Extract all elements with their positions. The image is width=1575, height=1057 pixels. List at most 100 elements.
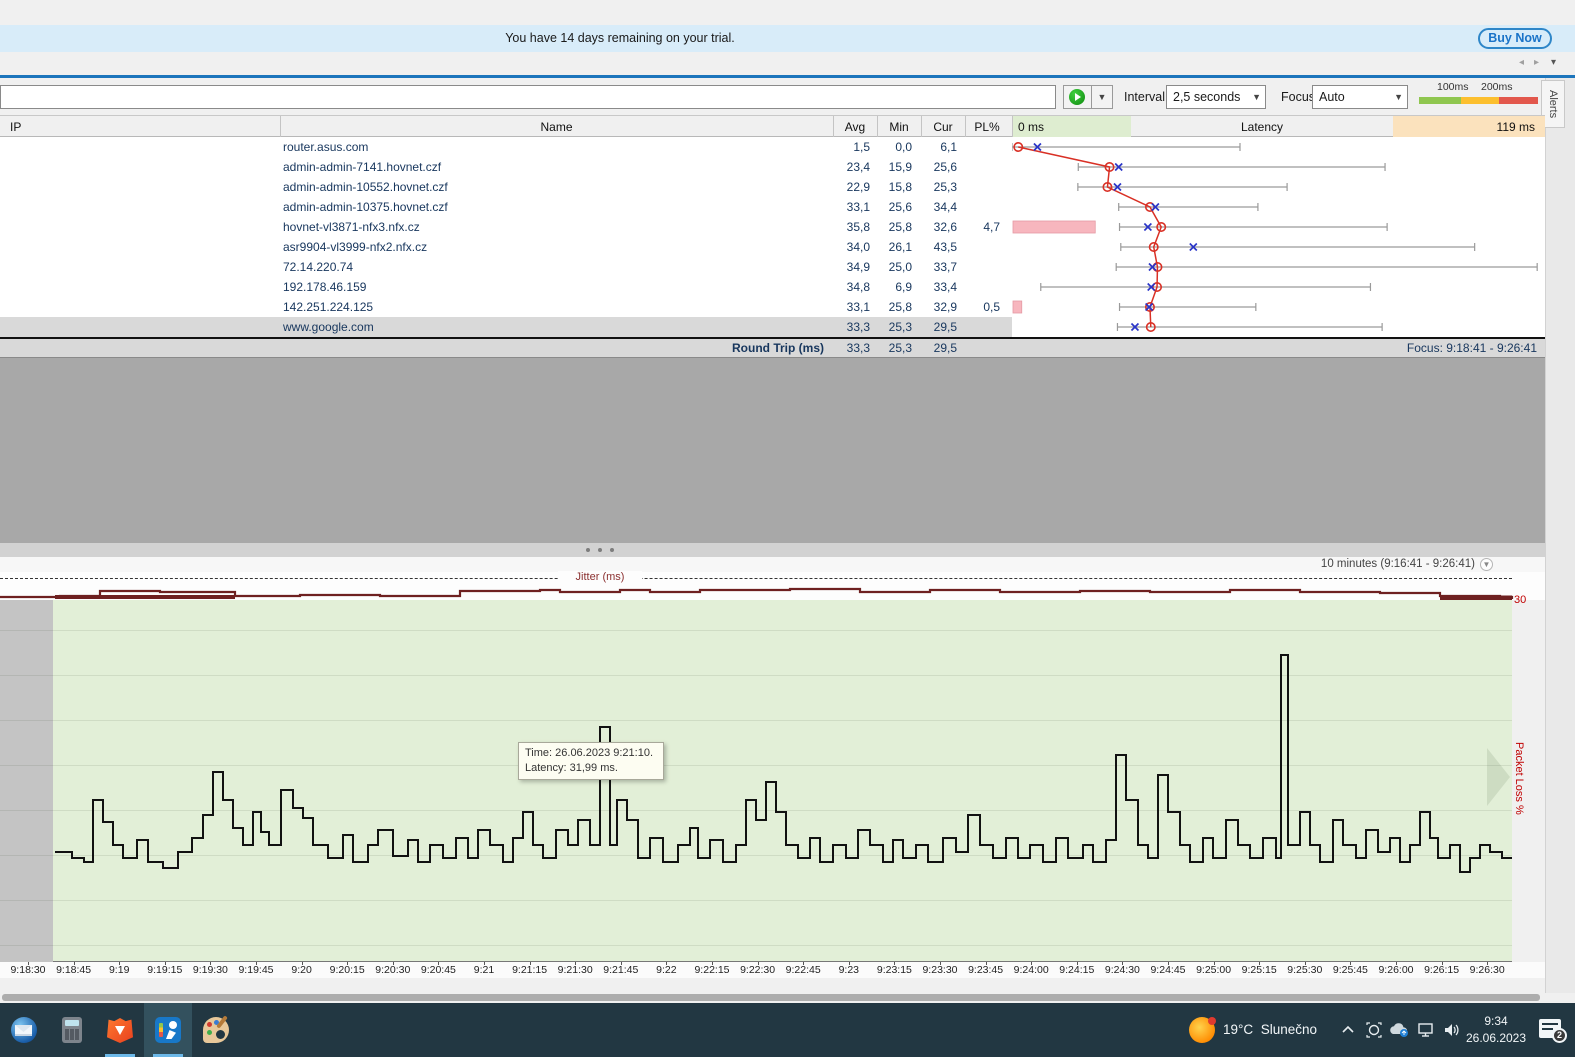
- chart-tooltip: Time: 26.06.2023 9:21:10. Latency: 31,99…: [518, 742, 664, 780]
- notification-badge: 2: [1552, 1028, 1567, 1043]
- focus-range-label: Focus: 9:18:41 - 9:26:41: [1300, 339, 1537, 357]
- chevron-down-icon: ▼: [1394, 86, 1403, 108]
- panel-splitter[interactable]: [0, 543, 1545, 557]
- hop-pl: [914, 277, 1000, 297]
- table-row[interactable]: www.google.com33,325,329,5: [0, 317, 1012, 337]
- clock-date: 26.06.2023: [1463, 1030, 1529, 1047]
- scale-min-label: 0 ms: [1018, 116, 1044, 138]
- trial-banner: You have 14 days remaining on your trial…: [0, 25, 1575, 52]
- empty-panel: [0, 358, 1545, 543]
- onedrive-tray-icon[interactable]: [1389, 1022, 1411, 1038]
- sun-icon: [1189, 1017, 1215, 1043]
- chevron-down-icon[interactable]: ▼: [1480, 558, 1493, 571]
- start-trace-button[interactable]: [1063, 85, 1092, 109]
- col-avg[interactable]: Avg: [833, 116, 877, 138]
- legend-200ms-label: 200ms: [1481, 81, 1513, 93]
- table-row[interactable]: 142.251.224.12533,125,832,90,5: [0, 297, 1012, 317]
- hop-pl: [914, 237, 1000, 257]
- hop-pl: [914, 157, 1000, 177]
- interval-label: Interval: [1124, 85, 1165, 109]
- scrollbar-thumb[interactable]: [2, 994, 1540, 1001]
- tooltip-latency: Latency: 31,99 ms.: [525, 761, 657, 776]
- round-trip-cur: 29,5: [869, 339, 957, 357]
- legend-100ms-label: 100ms: [1437, 81, 1469, 93]
- table-row[interactable]: 192.178.46.15934,86,933,4: [0, 277, 1012, 297]
- windows-taskbar: 19°C Slunečno 9:34 26.06.2023 2: [0, 1003, 1575, 1057]
- jitter-graph: [0, 572, 1545, 600]
- table-row[interactable]: admin-admin-10375.hovnet.czf33,125,634,4: [0, 197, 1012, 217]
- hop-latency-graph[interactable]: [1012, 137, 1540, 337]
- tooltip-time: Time: 26.06.2023 9:21:10.: [525, 746, 657, 761]
- hop-pl: 4,7: [914, 217, 1000, 237]
- brave-icon: [107, 1017, 133, 1043]
- hop-name: asr9904-vl3999-nfx2.nfx.cz: [283, 237, 823, 257]
- col-ip[interactable]: IP: [10, 116, 21, 138]
- col-cur[interactable]: Cur: [921, 116, 965, 138]
- hop-name: admin-admin-10375.hovnet.czf: [283, 197, 823, 217]
- system-tray: 19°C Slunečno 9:34 26.06.2023 2: [1175, 1003, 1575, 1057]
- nav-strip: ◂ ▸ ▾: [0, 52, 1575, 75]
- taskbar-paint-button[interactable]: [192, 1003, 240, 1057]
- taskbar-brave-button[interactable]: [96, 1003, 144, 1057]
- time-axis: 9:18:309:18:459:199:19:159:19:309:19:459…: [0, 962, 1545, 978]
- tray-chevron-up-icon[interactable]: [1340, 1022, 1356, 1038]
- timeline-range-strip: 10 minutes (9:16:41 - 9:26:41) ▼: [0, 557, 1545, 572]
- table-row[interactable]: asr9904-vl3999-nfx2.nfx.cz34,026,143,5: [0, 237, 1012, 257]
- target-address-combobox[interactable]: [0, 85, 1056, 109]
- right-rail: [1545, 78, 1575, 993]
- scale-max-label: 119 ms: [1393, 116, 1535, 138]
- trace-grid-header: IP Name Avg Min Cur PL% 0 ms Latency 119…: [0, 115, 1545, 137]
- timeline-range-selector[interactable]: 10 minutes (9:16:41 - 9:26:41): [1321, 557, 1475, 572]
- hop-name: www.google.com: [283, 317, 823, 337]
- hop-name: admin-admin-10552.hovnet.czf: [283, 177, 823, 197]
- calculator-icon: [62, 1017, 82, 1043]
- clock-time: 9:34: [1463, 1013, 1529, 1030]
- col-latency[interactable]: Latency: [1131, 116, 1393, 138]
- table-row[interactable]: admin-admin-7141.hovnet.czf23,415,925,6: [0, 157, 1012, 177]
- nav-forward-icon[interactable]: ▸: [1534, 57, 1539, 68]
- hop-pl: [914, 257, 1000, 277]
- round-trip-row: Round Trip (ms) 33,3 25,3 29,5 Focus: 9:…: [0, 337, 1545, 358]
- nav-back-icon[interactable]: ◂: [1519, 57, 1524, 68]
- play-icon: [1069, 89, 1085, 105]
- packet-loss-axis-label: Packet Loss %: [1513, 742, 1525, 815]
- horizontal-scrollbar[interactable]: [0, 993, 1545, 1003]
- jitter-axis-label: Jitter (ms): [558, 571, 642, 583]
- hop-pl: [914, 197, 1000, 217]
- col-name[interactable]: Name: [280, 116, 833, 138]
- hop-pl: 0,5: [914, 297, 1000, 317]
- taskbar-calculator-button[interactable]: [48, 1003, 96, 1057]
- buy-now-button[interactable]: Buy Now: [1478, 28, 1552, 49]
- panel-expander-arrow[interactable]: [1487, 748, 1510, 806]
- table-row[interactable]: hovnet-vl3871-nfx3.nfx.cz35,825,832,64,7: [0, 217, 1012, 237]
- taskbar-mail-button[interactable]: [0, 1003, 48, 1057]
- legend-green-segment: [1419, 97, 1461, 104]
- table-row[interactable]: admin-admin-10552.hovnet.czf22,915,825,3: [0, 177, 1012, 197]
- menu-dropdown-icon[interactable]: ▾: [1551, 57, 1556, 68]
- table-row[interactable]: 72.14.220.7434,925,033,7: [0, 257, 1012, 277]
- taskbar-clock[interactable]: 9:34 26.06.2023: [1463, 1013, 1529, 1047]
- chevron-down-icon: ▼: [1252, 86, 1261, 108]
- hop-name: admin-admin-7141.hovnet.czf: [283, 157, 823, 177]
- focus-select[interactable]: Auto▼: [1312, 85, 1408, 109]
- start-options-dropdown[interactable]: ▼: [1091, 85, 1113, 109]
- table-row[interactable]: router.asus.com1,50,06,1: [0, 137, 1012, 157]
- toolbar: ▼ Interval 2,5 seconds▼ Focus Auto▼ 100m…: [0, 78, 1575, 115]
- hop-name: 72.14.220.74: [283, 257, 823, 277]
- hop-pl: [914, 137, 1000, 157]
- trial-message: You have 14 days remaining on your trial…: [0, 25, 1240, 52]
- taskbar-pingplotter-button[interactable]: [144, 1003, 192, 1057]
- weather-temp: 19°C: [1223, 1022, 1253, 1037]
- pingplotter-icon: [155, 1017, 181, 1043]
- hop-pl: [914, 177, 1000, 197]
- focus-label: Focus: [1281, 85, 1315, 109]
- col-min[interactable]: Min: [877, 116, 921, 138]
- volume-tray-icon[interactable]: [1443, 1022, 1463, 1038]
- right-axis-max-label: 30: [1514, 594, 1526, 606]
- below-axis-strip: [0, 978, 1545, 993]
- network-tray-icon[interactable]: [1417, 1022, 1437, 1038]
- col-pl[interactable]: PL%: [965, 116, 1009, 138]
- notification-center-icon[interactable]: 2: [1539, 1019, 1561, 1038]
- interval-select[interactable]: 2,5 seconds▼: [1166, 85, 1266, 109]
- screen-snip-tray-icon[interactable]: [1365, 1022, 1383, 1038]
